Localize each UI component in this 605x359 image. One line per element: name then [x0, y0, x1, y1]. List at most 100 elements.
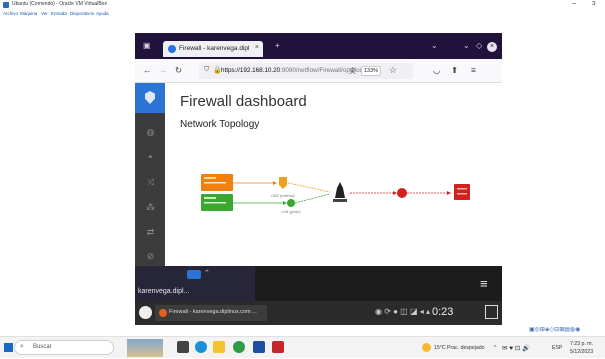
- virtualbox-taskbar-icon[interactable]: [253, 341, 265, 353]
- translate-icon[interactable]: 文: [349, 66, 356, 76]
- link-dmz-fw: [287, 182, 331, 193]
- app-launcher-icon[interactable]: [139, 306, 152, 319]
- taskbar-time: 7:23 p. m.: [570, 341, 594, 347]
- shuffle-icon: ⤨: [146, 177, 155, 187]
- search-icon: ⌕: [20, 343, 24, 350]
- virtualbox-icon: [3, 2, 9, 8]
- page-title: Firewall dashboard: [180, 93, 307, 110]
- vbox-title-bar: Ubuntu (Corriendo) - Oracle VM VirtualBo…: [0, 0, 605, 10]
- pocket-icon[interactable]: ◡: [433, 65, 440, 76]
- dashboard-sidebar: ◍ ◓ ⤨ ⁂ ⇄ ⊘: [135, 83, 165, 266]
- forward-icon[interactable]: →: [159, 65, 168, 75]
- tab-title: Firewall - karenvega.diplin: [179, 45, 249, 52]
- taskbar-date: 5/12/2023: [570, 349, 594, 355]
- file-explorer-icon[interactable]: [213, 341, 225, 353]
- firefox-icon: [159, 309, 167, 317]
- page-subtitle: Network Topology: [180, 119, 260, 130]
- topology-node-remote[interactable]: [454, 184, 470, 200]
- guest-clock: 0:23: [432, 306, 454, 318]
- dmz-label: DMZ (external): [271, 194, 294, 198]
- sidebar-item-globe[interactable]: ◍: [145, 127, 156, 138]
- menu-archivo[interactable]: Archivo: [3, 11, 18, 16]
- menu-entrada[interactable]: Entrada: [51, 11, 67, 16]
- weather-icon[interactable]: [422, 343, 431, 352]
- lan-label: LAN (green): [281, 210, 300, 214]
- url-bar[interactable]: ⛉ 🔒 https://192.168.10.20:9090/netflow/F…: [199, 63, 413, 79]
- close-browser-icon[interactable]: ×: [487, 42, 497, 52]
- chrome-icon[interactable]: [233, 341, 245, 353]
- sidebar-item-users[interactable]: ◓: [145, 152, 156, 162]
- sidebar-item-network[interactable]: ⁂: [145, 202, 156, 213]
- minimize-icon[interactable]: –: [572, 0, 576, 7]
- menu-ver[interactable]: Ver: [41, 11, 48, 16]
- browser-tab-bar: ▣ Firewall - karenvega.diplin × + ⌄ ⌄ ◇ …: [135, 33, 502, 59]
- tray-icons: ◉ ⟳ ● ◫ ◪ ◂ ▴: [375, 307, 430, 316]
- panel-window-button[interactable]: Firewall - karenvega.diplinux.com ...: [155, 305, 267, 321]
- chevron-up-icon[interactable]: ⌃: [204, 269, 210, 277]
- windows-taskbar: ⌕ Buscar 15°C Prac. despejado ^ ✉ ♥ ⊡ 🔊 …: [0, 336, 605, 358]
- menu-dispositivos[interactable]: Dispositivos: [70, 11, 94, 16]
- tracking-shield-icon[interactable]: ⛉: [204, 66, 209, 74]
- weather-text: 15°C Prac. despejado: [434, 345, 485, 351]
- zoom-level[interactable]: 133%: [361, 66, 381, 76]
- tray-icons-host: ✉ ♥ ⊡ 🔊: [502, 345, 531, 352]
- task-view-icon[interactable]: [177, 341, 189, 353]
- guest-display: ▣ Firewall - karenvega.diplin × + ⌄ ⌄ ◇ …: [135, 33, 502, 325]
- sidebar-item-routes[interactable]: ⇄: [145, 227, 156, 238]
- tray-chevron-icon[interactable]: ^: [494, 345, 496, 351]
- close-tab-icon[interactable]: ×: [255, 44, 259, 51]
- close-window-icon[interactable]: ↄ: [592, 0, 596, 7]
- new-tab-icon[interactable]: +: [275, 41, 280, 50]
- sidebar-item-shuffle[interactable]: ⤨: [145, 177, 156, 188]
- network-topology-diagram: DMZ (external) LAN (green): [201, 174, 470, 214]
- topology-node-firewall[interactable]: [335, 182, 345, 198]
- windows-start-icon[interactable]: [4, 343, 13, 352]
- show-desktop-icon[interactable]: [485, 305, 498, 319]
- network-icon: ⁂: [146, 202, 155, 212]
- vbox-status-icons: ▣◎⊞◈◇⊟⊠▤◍◉: [529, 327, 581, 333]
- news-widget-icon[interactable]: [127, 339, 163, 357]
- sidebar-item-block[interactable]: ⊘: [145, 251, 156, 262]
- search-box[interactable]: ⌕ Buscar: [14, 340, 114, 355]
- app-taskbar-icon[interactable]: [272, 341, 284, 353]
- app-menu-icon[interactable]: ≡: [471, 65, 476, 75]
- link-lan-fw: [294, 193, 331, 204]
- tab-list-icon[interactable]: ⌄: [431, 41, 438, 50]
- window-title: Ubuntu (Corriendo) - Oracle VM VirtualBo…: [12, 1, 107, 7]
- bookmark-star-icon[interactable]: ☆: [389, 65, 397, 76]
- edge-icon[interactable]: [195, 341, 207, 353]
- dock-host-label: karenvega.dipl...: [138, 288, 190, 295]
- guest-panel: Firewall - karenvega.diplinux.com ... ◉ …: [135, 301, 502, 325]
- sidebar-item-firewall[interactable]: [135, 83, 165, 113]
- users-icon: ◓: [147, 152, 154, 162]
- topology-node-lan[interactable]: [287, 199, 295, 207]
- shield-icon: [145, 91, 155, 104]
- browser-tab[interactable]: Firewall - karenvega.diplin ×: [163, 41, 263, 57]
- tab-overview-icon[interactable]: ▣: [143, 41, 151, 50]
- browser-nav-bar: ← → ↻ ⛉ 🔒 https://192.168.10.20:9090/net…: [135, 59, 502, 83]
- url-text: https://192.168.10.20:9090/netflow/Firew…: [221, 67, 364, 74]
- globe-icon: ◍: [146, 127, 155, 137]
- dock-host-item[interactable]: ⌃ karenvega.dipl...: [135, 266, 255, 301]
- computer-icon: [187, 270, 201, 279]
- guest-dock: ⌃ karenvega.dipl... ≡: [135, 266, 502, 301]
- arrows-icon: ⇄: [146, 227, 155, 237]
- menu-ayuda[interactable]: Ayuda: [96, 11, 109, 16]
- hamburger-menu-icon[interactable]: ≡: [480, 276, 488, 291]
- extensions-icon[interactable]: ⬆: [451, 65, 458, 76]
- block-icon: ⊘: [146, 251, 155, 261]
- back-icon[interactable]: ←: [143, 65, 152, 75]
- panel-window-label: Firewall - karenvega.diplinux.com ...: [169, 309, 257, 315]
- topology-node-internet[interactable]: [397, 188, 407, 198]
- search-placeholder: Buscar: [33, 344, 52, 350]
- vbox-menu-bar: Archivo Máquina Ver Entrada Dispositivos…: [0, 10, 605, 19]
- favicon-icon: [168, 45, 176, 53]
- topology-node-dmz[interactable]: [279, 177, 287, 189]
- system-tray: 15°C Prac. despejado ^ ✉ ♥ ⊡ 🔊 ESP 7:23 …: [422, 337, 605, 359]
- menu-maquina[interactable]: Máquina: [20, 11, 37, 16]
- web-page: ◍ ◓ ⤨ ⁂ ⇄ ⊘ Firewall dashboard Network T…: [135, 83, 502, 266]
- minimize-browser-icon[interactable]: ⌄: [463, 41, 470, 50]
- reload-icon[interactable]: ↻: [175, 65, 182, 76]
- language-indicator[interactable]: ESP: [552, 345, 562, 351]
- restore-browser-icon[interactable]: ◇: [476, 41, 482, 50]
